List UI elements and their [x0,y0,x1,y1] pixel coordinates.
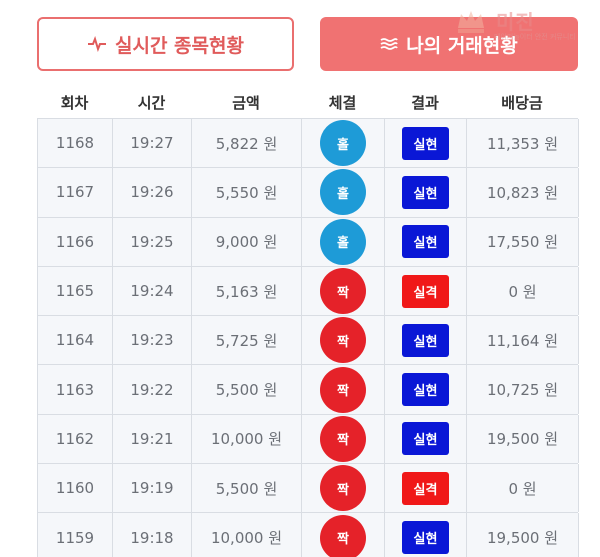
cell-round: 1159 [38,513,113,557]
table-row: 1168 19:27 5,822 원 홀 실현 11,353 원 [38,119,579,169]
table-row: 1163 19:22 5,500 원 짝 실현 10,725 원 [38,365,579,415]
result-lose-badge: 실격 [402,471,449,505]
result-win-badge: 실현 [402,373,449,407]
cell-amount: 10,000 원 [192,414,302,464]
even-ball-icon: 짝 [320,268,366,315]
table-row: 1162 19:21 10,000 원 짝 실현 19,500 원 [38,414,579,465]
cell-round: 1160 [38,464,113,513]
header-time: 시간 [137,93,166,112]
cell-time: 19:24 [113,266,192,316]
header-result: 결과 [411,93,439,112]
cell-result: 실격 [385,266,467,316]
tab-realtime-label: 실시간 종목현황 [115,34,244,57]
result-win-badge: 실현 [402,126,449,160]
cell-round: 1163 [38,365,113,414]
cell-result: 실현 [385,316,467,365]
cell-pick: 홀 [302,119,385,168]
result-win-badge: 실현 [402,175,449,209]
table-row: 1159 19:18 10,000 원 짝 실현 19,500 원 [38,513,579,557]
header-pick: 체결 [328,93,357,112]
cell-time: 19:21 [113,414,192,464]
cell-payout: 11,164 원 [467,316,579,365]
trade-status-page: 실시간 종목현황 나의 거래현황 미진 메이저놀이터 안전 커뮤니티 회차 시간… [0,0,600,557]
even-ball-icon: 짝 [320,317,366,364]
cell-amount: 5,725 원 [192,316,302,365]
cell-time: 19:23 [113,316,192,365]
cell-pick: 홀 [302,168,385,217]
cell-result: 실현 [385,119,467,168]
even-ball-icon: 짝 [320,465,366,512]
cell-time: 19:26 [113,168,192,217]
result-win-badge: 실현 [402,422,449,456]
cell-round: 1165 [38,266,113,316]
cell-pick: 짝 [302,513,385,557]
odd-ball-icon: 홀 [320,169,366,216]
cell-amount: 5,822 원 [192,119,302,168]
result-win-badge: 실현 [402,323,449,357]
cell-round: 1162 [38,414,113,464]
cell-round: 1166 [38,217,113,266]
watermark-subtitle: 메이저놀이터 안전 커뮤니티 [494,33,576,41]
cell-time: 19:25 [113,217,192,266]
cell-amount: 10,000 원 [192,513,302,557]
cell-result: 실현 [385,168,467,217]
cell-payout: 0 원 [467,464,579,513]
cell-amount: 5,500 원 [192,464,302,513]
even-ball-icon: 짝 [320,514,366,557]
header-amount: 금액 [232,93,260,112]
cell-payout: 10,823 원 [467,168,579,217]
tab-realtime-status[interactable]: 실시간 종목현황 [37,17,294,71]
table-row: 1167 19:26 5,550 원 홀 실현 10,823 원 [38,168,579,218]
cell-payout: 17,550 원 [467,217,579,266]
cell-payout: 19,500 원 [467,414,579,464]
cell-pick: 짝 [302,365,385,414]
result-lose-badge: 실격 [402,274,449,308]
cell-amount: 9,000 원 [192,217,302,266]
result-win-badge: 실현 [402,521,449,555]
cell-round: 1168 [38,119,113,168]
cell-payout: 19,500 원 [467,513,579,557]
cell-time: 19:19 [113,464,192,513]
odd-ball-icon: 홀 [320,218,366,265]
cell-pick: 짝 [302,316,385,365]
cell-pick: 짝 [302,464,385,513]
cell-round: 1167 [38,168,113,217]
watermark-logo: 미진 메이저놀이터 안전 커뮤니티 [456,4,596,44]
cell-payout: 11,353 원 [467,119,579,168]
cell-time: 19:18 [113,513,192,557]
cell-amount: 5,550 원 [192,168,302,217]
cell-amount: 5,163 원 [192,266,302,316]
header-payout: 배당금 [501,93,543,112]
cell-payout: 0 원 [467,266,579,316]
cell-amount: 5,500 원 [192,365,302,414]
table-row: 1165 19:24 5,163 원 짝 실격 0 원 [38,266,579,317]
table-row: 1166 19:25 9,000 원 홀 실현 17,550 원 [38,217,579,267]
even-ball-icon: 짝 [320,366,366,413]
pulse-icon [87,36,107,52]
cell-payout: 10,725 원 [467,365,579,414]
trade-table: 1168 19:27 5,822 원 홀 실현 11,353 원 1167 19… [37,118,579,557]
table-row: 1164 19:23 5,725 원 짝 실현 11,164 원 [38,316,579,366]
table-row: 1160 19:19 5,500 원 짝 실격 0 원 [38,464,579,514]
cell-pick: 홀 [302,217,385,266]
cell-result: 실현 [385,414,467,464]
table-header: 회차 시간 금액 체결 결과 배당금 [37,86,578,118]
cell-result: 실현 [385,217,467,266]
even-ball-icon: 짝 [320,415,366,462]
cell-time: 19:22 [113,365,192,414]
watermark-title: 미진 [496,10,535,34]
cell-round: 1164 [38,316,113,365]
header-round: 회차 [60,93,89,112]
result-win-badge: 실현 [402,225,449,259]
crown-icon [458,11,484,33]
list-icon [380,37,399,51]
cell-pick: 짝 [302,266,385,316]
cell-pick: 짝 [302,414,385,464]
cell-result: 실격 [385,464,467,513]
cell-result: 실현 [385,513,467,557]
cell-time: 19:27 [113,119,192,168]
odd-ball-icon: 홀 [320,120,366,167]
cell-result: 실현 [385,365,467,414]
